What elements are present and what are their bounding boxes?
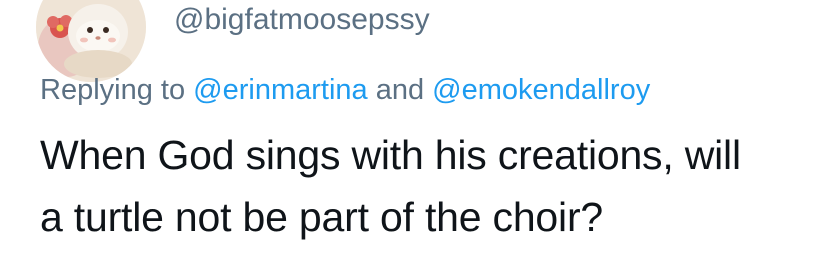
tweet: @bigfatmoosepssy Replying to @erinmartin… xyxy=(0,0,827,275)
mention-link-erinmartina[interactable]: @erinmartina xyxy=(193,74,368,106)
plush-toy-avatar-icon xyxy=(36,0,146,82)
replying-to-label: Replying to xyxy=(40,74,186,106)
tweet-text-line: When God sings with his creations, will xyxy=(40,132,741,178)
mention-link-emokendallroy[interactable]: @emokendallroy xyxy=(432,74,650,106)
replying-conjunction: and xyxy=(375,74,425,106)
tweet-text: When God sings with his creations, will … xyxy=(40,124,820,248)
user-handle[interactable]: @bigfatmoosepssy xyxy=(174,2,430,38)
user-avatar[interactable] xyxy=(36,0,146,82)
replying-to-line: Replying to @erinmartina and @emokendall… xyxy=(40,72,650,108)
tweet-text-line: a turtle not be part of the choir? xyxy=(40,194,603,240)
